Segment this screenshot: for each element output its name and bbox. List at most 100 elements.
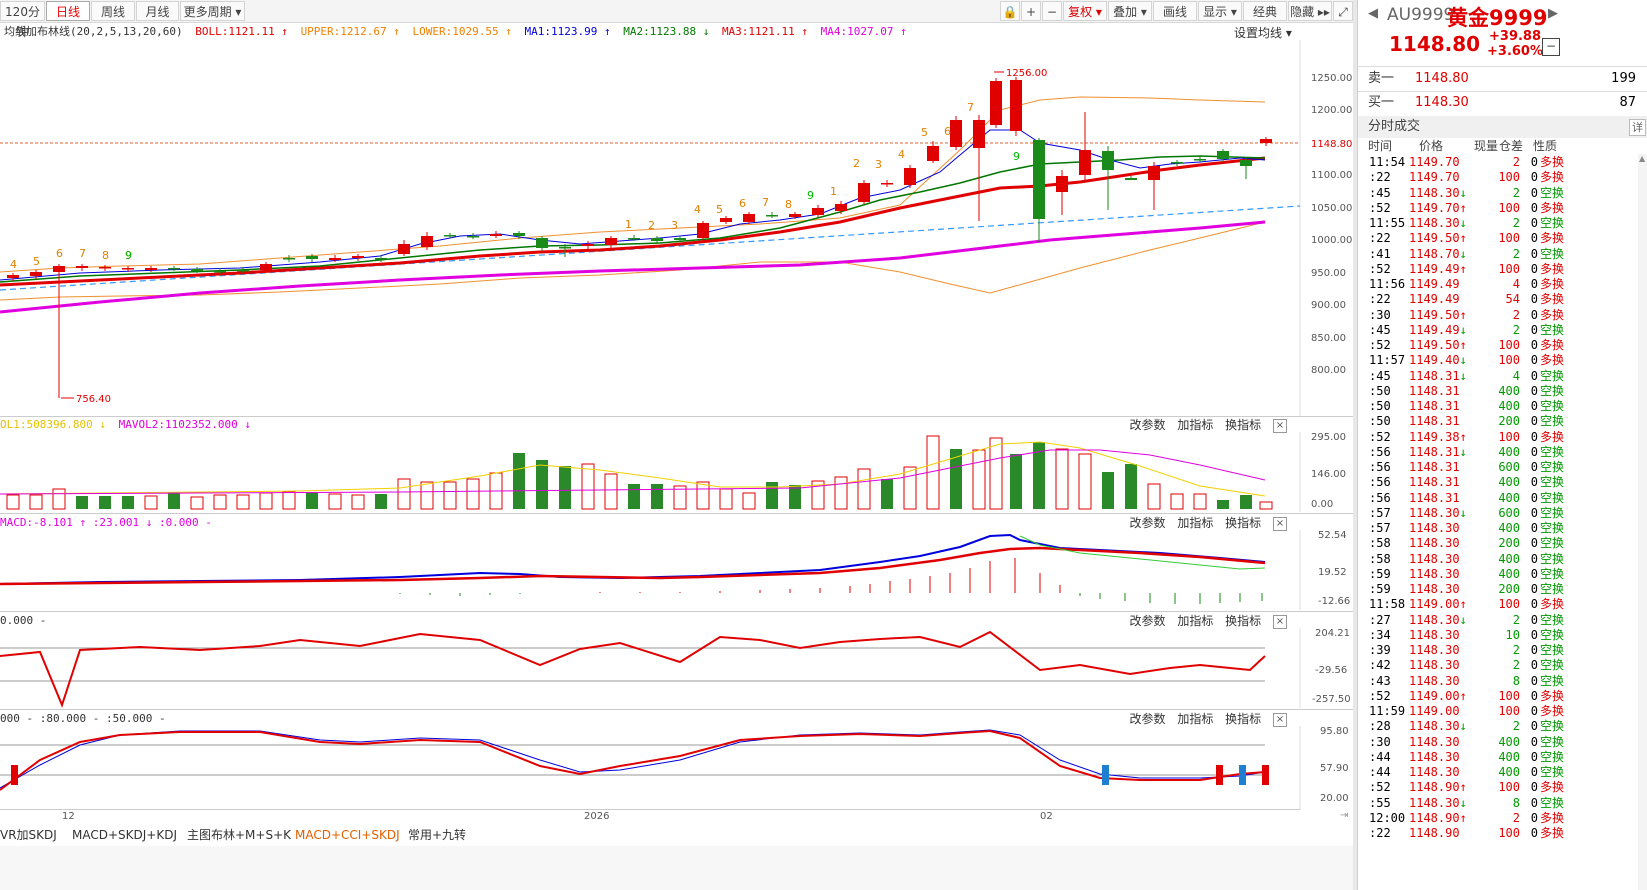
trade-volume: 2 [1512,322,1520,337]
classic-button[interactable]: 经典 [1243,1,1287,21]
trade-time: 12:00 [1369,810,1406,825]
trade-nature: 多换 [1540,429,1565,444]
ask-volume: 199 [1611,71,1636,86]
trade-oi-change: 0 [1530,490,1538,505]
vol-switch-button[interactable]: 换指标 [1225,418,1261,432]
skdj-chart[interactable]: 95.80 57.90 20.00 [0,726,1357,810]
nine-turn-label: 4 [10,258,17,271]
skdj-switch-button[interactable]: 换指标 [1225,712,1261,726]
fullscreen-icon[interactable]: ⤢ [1333,1,1353,21]
period-120min[interactable]: 120分钟 [0,1,45,39]
volume-bar [99,496,111,509]
trade-volume: 54 [1505,292,1520,307]
trade-row: :59 1148.30 200 0 空换 [1358,582,1647,597]
up-arrow-icon: ↑ [1459,688,1467,703]
cci-param-button[interactable]: 改参数 [1129,614,1165,628]
overlay-dropdown[interactable]: 叠加 ▾ [1108,1,1152,21]
trade-oi-change: 0 [1530,658,1538,673]
tab-boll-m-s-k[interactable]: 主图布林+M+S+K [187,826,291,844]
next-symbol-icon[interactable]: ▶ [1548,6,1558,21]
vol-add-button[interactable]: 加指标 [1177,418,1213,432]
volume-bar [834,476,848,510]
lock-icon[interactable]: 🔒 [1000,1,1020,21]
skdj-signal-bar [1216,765,1223,785]
vol-param-button[interactable]: 改参数 [1129,418,1165,432]
candlestick-chart[interactable]: 4 56 7 8 91 2 34 5 6 7 812 345 67999 1256.00 756.40 … [0,40,1357,416]
volume-bar [719,488,733,510]
draw-line-button[interactable]: 画线 [1153,1,1197,21]
tab-macd-skdj-kdj[interactable]: MACD+SKDJ+KDJ [72,826,177,844]
vol-close-icon[interactable]: × [1273,418,1287,433]
cci-add-button[interactable]: 加指标 [1177,614,1213,628]
trade-volume: 2 [1512,246,1520,261]
ma-settings-dropdown[interactable]: 设置均线 ▾ [1234,24,1292,41]
volume-chart[interactable]: 295.00 146.00 0.00 [0,432,1357,512]
candle-body [30,272,42,276]
nine-turn-label: 6 [944,125,951,138]
cci-chart[interactable]: 204.21 -29.56 -257.50 [0,628,1357,708]
trade-oi-change: 0 [1530,765,1538,779]
period-monthly[interactable]: 月线 [136,1,179,21]
more-periods-dropdown[interactable]: 更多周期 ▾ [180,1,245,21]
candle-body [375,258,387,260]
indicator-name[interactable]: 均线加布林线(20,2,5,13,20,60) [4,25,183,38]
last-price: 1148.80 [1389,32,1481,56]
skdj-signal-bar [11,765,18,785]
trade-nature: 多换 [1540,780,1565,795]
candle-body [1056,176,1068,192]
nine-turn-label: 7 [967,101,974,114]
trade-volume: 100 [1498,597,1520,612]
tab-common-nine[interactable]: 常用+九转 [408,826,466,844]
zoom-in-icon[interactable]: + [1021,1,1041,21]
trade-row: :52 1149.49↑ 100 0 多换 [1358,262,1647,277]
hide-button[interactable]: 隐藏 ▸▸ [1288,1,1332,21]
chart-area[interactable]: 120分钟 日线 周线 月线 更多周期 ▾ 🔒 + − 复权 ▾ 叠加 ▾ 画线… [0,0,1357,890]
dea-line [0,546,1266,586]
trade-time: :44 [1369,765,1391,779]
skdj-signal-bar [1239,765,1246,785]
zoom-out-icon[interactable]: − [1042,1,1062,21]
period-daily[interactable]: 日线 [46,1,90,21]
cci-switch-button[interactable]: 换指标 [1225,614,1261,628]
trade-row: :52 1149.00↑ 100 0 多换 [1358,689,1647,704]
trade-volume: 200 [1498,536,1520,551]
macd-close-icon[interactable]: × [1273,516,1287,531]
down-arrow-icon: ↓ [1459,795,1467,810]
trade-row: :45 1148.30↓ 2 0 空换 [1358,186,1647,201]
macd-add-button[interactable]: 加指标 [1177,516,1213,530]
cci-panel-buttons: 改参数 加指标 换指标 × [1121,613,1287,629]
upper-value: UPPER:1212.67 ↑ [300,25,400,38]
period-weekly[interactable]: 周线 [91,1,135,21]
collapse-icon[interactable]: − [1542,38,1560,56]
trade-row: :30 1149.50↑ 2 0 多换 [1358,308,1647,323]
macd-chart[interactable]: 52.54 19.52 -12.66 [0,530,1357,610]
skdj-close-icon[interactable]: × [1273,712,1287,727]
scroll-right-icon[interactable]: ⇥ [1340,810,1348,821]
candle-body [53,266,65,272]
nine-turn-label: 2 [648,219,655,232]
candle-body [720,218,732,222]
trade-row: 11:54 1149.70 2 0 多换 [1358,155,1647,170]
trades-scrollbar[interactable]: ▲ [1638,154,1647,890]
bid-volume: 87 [1619,95,1636,110]
prev-symbol-icon[interactable]: ◀ [1368,6,1378,21]
skdj-add-button[interactable]: 加指标 [1177,712,1213,726]
adjust-dropdown[interactable]: 复权 ▾ [1063,1,1107,21]
macd-param-button[interactable]: 改参数 [1129,516,1165,530]
skdj-param-button[interactable]: 改参数 [1129,712,1165,726]
cci-close-icon[interactable]: × [1273,614,1287,629]
trade-volume: 2 [1512,185,1520,200]
macd-switch-button[interactable]: 换指标 [1225,516,1261,530]
candle-body [329,258,341,260]
cci-value: 0.000 - [0,614,47,627]
trade-nature: 空换 [1540,536,1565,551]
trade-time: :50 [1369,414,1391,429]
tab-macd-cci-skdj[interactable]: MACD+CCI+SKDJ [295,826,400,844]
trade-row: :50 1148.31 200 0 空换 [1358,414,1647,429]
detail-button[interactable]: 详 [1629,119,1646,136]
display-dropdown[interactable]: 显示 ▾ [1198,1,1242,21]
tab-vr-skdj[interactable]: VR加SKDJ [0,826,57,844]
candle-body [237,270,249,272]
trade-oi-change: 0 [1530,383,1538,398]
panel-divider [0,611,1357,612]
